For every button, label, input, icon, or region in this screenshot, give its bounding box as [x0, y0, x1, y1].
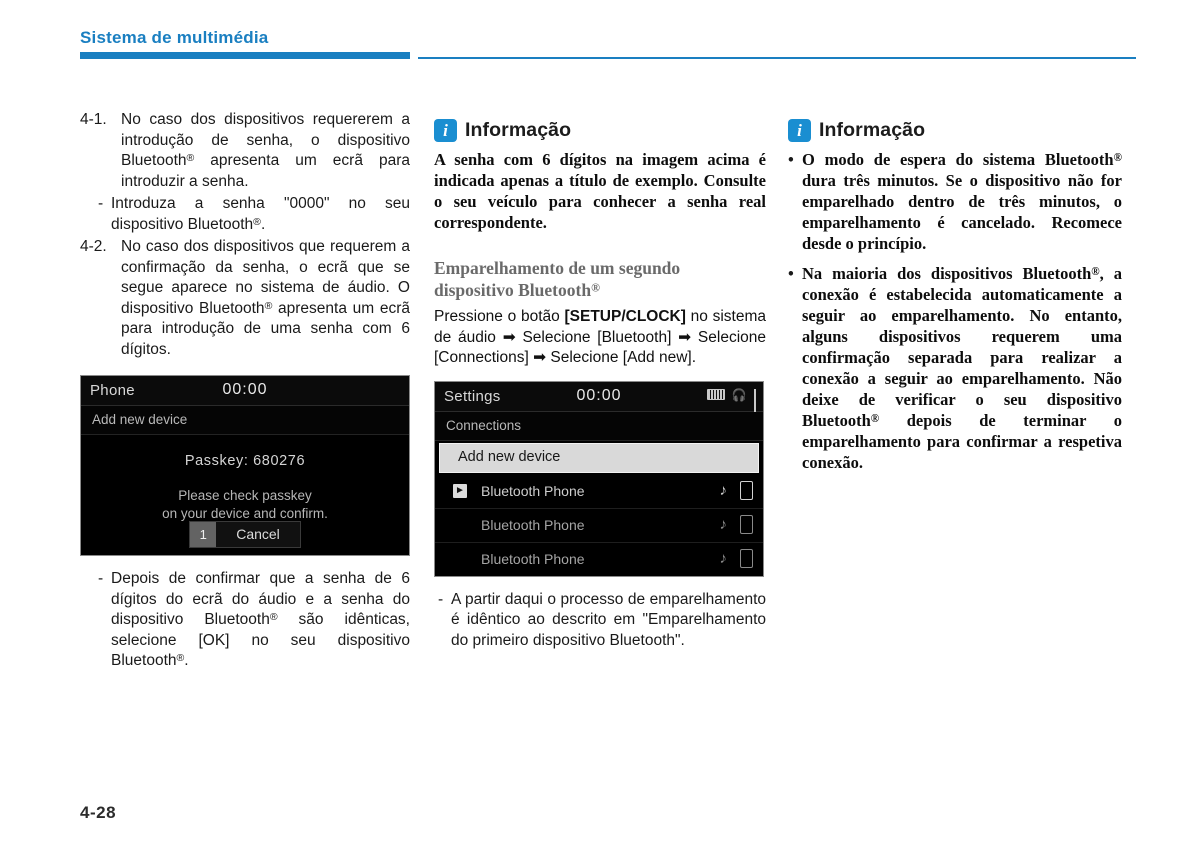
registered-trademark-mark: ®	[269, 611, 278, 623]
list-item-label: Add new device	[458, 448, 561, 465]
column-1: 4-1. No caso dos dispositivos requererem…	[80, 110, 410, 674]
bluetooth-icon: ►	[453, 483, 467, 498]
settings-subtitle-bar: Connections	[435, 411, 763, 441]
music-note-icon: ♪	[719, 515, 728, 533]
list-item-4-2: 4-2. No caso dos dispositivos que requer…	[80, 237, 410, 360]
dash-marker: -	[98, 195, 104, 212]
list-item-status-icons: ♪	[719, 549, 753, 569]
phone-status-bar: Phone 00:00	[81, 376, 409, 406]
list-item-dash-1: - Introduza a senha "0000" no seu dispos…	[80, 194, 410, 235]
list-item-4-1: 4-1. No caso dos dispositivos requererem…	[80, 110, 410, 192]
list-item-status-icons: ♪	[719, 481, 753, 501]
info-bullet-2: • Na maioria dos dispositivos Bluetooth®…	[788, 263, 1122, 473]
sub-heading-line1: Emparelhamento de um segundo	[434, 258, 681, 278]
cancel-button-label: Cancel	[216, 522, 300, 547]
list-item-number: 4-1.	[80, 111, 107, 128]
passkey-message-line1: Please check passkey	[178, 488, 312, 503]
settings-connections-screenshot: Settings 00:00 🎧 Connections Add new dev…	[434, 380, 764, 577]
phone-clock: 00:00	[222, 381, 268, 398]
page-title: Sistema de multimédia	[80, 28, 269, 47]
dash-marker: -	[98, 570, 104, 587]
list-item-text: No caso dos dispositivos que requerem a …	[121, 238, 411, 358]
phone-dialog-screenshot: Phone 00:00 Add new device Passkey: 6802…	[80, 375, 410, 556]
bullet-marker: •	[788, 150, 794, 169]
registered-trademark-mark: ®	[176, 652, 185, 664]
column-2: i Informação A senha com 6 dígitos na im…	[434, 110, 766, 653]
list-item-label: Bluetooth Phone	[481, 550, 585, 567]
header-rule-thick	[80, 52, 410, 59]
info-box-title: Informação	[819, 119, 926, 141]
registered-trademark-mark: ®	[591, 280, 600, 295]
music-note-icon: ♪	[719, 481, 728, 499]
instruction-part-1: Pressione o botão	[434, 308, 565, 325]
phone-subtitle-bar: Add new device	[81, 406, 409, 435]
setup-clock-button-label: [SETUP/CLOCK]	[564, 308, 686, 325]
status-icons: 🎧	[706, 387, 756, 417]
info-box-body-2: A senha com 6 dígitos na imagem acima é …	[434, 150, 766, 232]
list-item-label: Bluetooth Phone	[481, 516, 585, 533]
list-item-status-icons: ♪	[719, 515, 753, 535]
header-divider	[80, 52, 1136, 60]
connections-list: Add new device ► Bluetooth Phone ♪ Bluet…	[435, 442, 763, 576]
list-item-bluetooth-phone-1[interactable]: ► Bluetooth Phone ♪	[435, 475, 763, 509]
battery-icon	[706, 389, 725, 400]
list-item-add-new-device[interactable]: Add new device	[439, 442, 759, 473]
info-box-title: Informação	[465, 119, 572, 141]
list-item-text: No caso dos dispositivos requererem a in…	[121, 111, 410, 190]
settings-status-bar: Settings 00:00 🎧	[435, 381, 763, 417]
arrow-icon: ➡	[502, 328, 516, 346]
phone-icon	[740, 481, 753, 500]
list-item-number: 4-2.	[80, 238, 107, 255]
phone-dialog-body: Passkey: 680276 Please check passkey on …	[81, 435, 409, 555]
music-note-icon: ♪	[719, 549, 728, 567]
list-item-bluetooth-phone-3[interactable]: Bluetooth Phone ♪	[435, 543, 763, 576]
column-3: i Informação • O modo de espera do siste…	[788, 110, 1122, 482]
info-icon: i	[788, 119, 811, 142]
arrow-icon: ➡	[533, 349, 547, 366]
dash-item-text: Introduza a senha "0000" no seu disposit…	[111, 195, 410, 233]
registered-trademark-mark: ®	[264, 299, 273, 312]
list-item-dash-note: - A partir daqui o processo de emparelha…	[434, 590, 766, 652]
passkey-message: Please check passkey on your device and …	[81, 487, 409, 523]
cancel-button-badge: 1	[190, 522, 217, 547]
bluetooth-headset-icon: 🎧	[731, 387, 747, 402]
info-icon: i	[434, 119, 457, 142]
sub-heading-pairing: Emparelhamento de um segundo dispositivo…	[434, 257, 766, 301]
phone-icon	[740, 549, 753, 568]
signal-icon	[753, 389, 756, 417]
info-bullet-text: O modo de espera do sistema Bluetooth® d…	[802, 150, 1122, 253]
pairing-instruction: Pressione o botão [SETUP/CLOCK] no siste…	[434, 307, 766, 369]
bullet-marker: •	[788, 264, 794, 283]
page-number: 4-28	[80, 803, 117, 822]
registered-trademark-mark: ®	[253, 215, 261, 228]
info-box-header-2: i Informação	[434, 119, 766, 142]
registered-trademark-mark: ®	[870, 412, 880, 425]
page-header: Sistema de multimédia	[80, 28, 1136, 60]
instruction-part-5: Selecione [Add new].	[546, 349, 697, 366]
registered-trademark-mark: ®	[1091, 265, 1100, 278]
passkey-text: Passkey: 680276	[184, 453, 306, 469]
settings-subtitle-label: Connections	[446, 417, 522, 433]
sub-heading-line2: dispositivo Bluetooth®	[434, 280, 600, 300]
list-item-bluetooth-phone-2[interactable]: Bluetooth Phone ♪	[435, 509, 763, 543]
header-rule-thin	[418, 57, 1136, 59]
registered-trademark-mark: ®	[186, 152, 195, 164]
registered-trademark-mark: ®	[1113, 151, 1122, 164]
dash-marker: -	[438, 590, 444, 608]
phone-subtitle-label: Add new device	[92, 412, 188, 427]
info-bullet-text: Na maioria dos dispositivos Bluetooth®, …	[802, 264, 1123, 472]
dash-item-text: A partir daqui o processo de emparelhame…	[451, 590, 766, 649]
phone-icon	[740, 515, 753, 534]
list-item-label: Bluetooth Phone	[481, 482, 585, 499]
info-box-header-3: i Informação	[788, 119, 1122, 142]
instruction-part-3: Selecione [Bluetooth]	[515, 328, 679, 346]
arrow-icon: ➡	[678, 328, 692, 346]
phone-button-row: 1 Cancel	[81, 521, 409, 548]
cancel-button[interactable]: 1 Cancel	[189, 521, 301, 548]
dash-item-text: Depois de confirmar que a senha de 6 díg…	[111, 570, 410, 669]
info-bullet-1: • O modo de espera do sistema Bluetooth®…	[788, 149, 1122, 254]
list-item-dash-2: - Depois de confirmar que a senha de 6 d…	[80, 569, 410, 672]
